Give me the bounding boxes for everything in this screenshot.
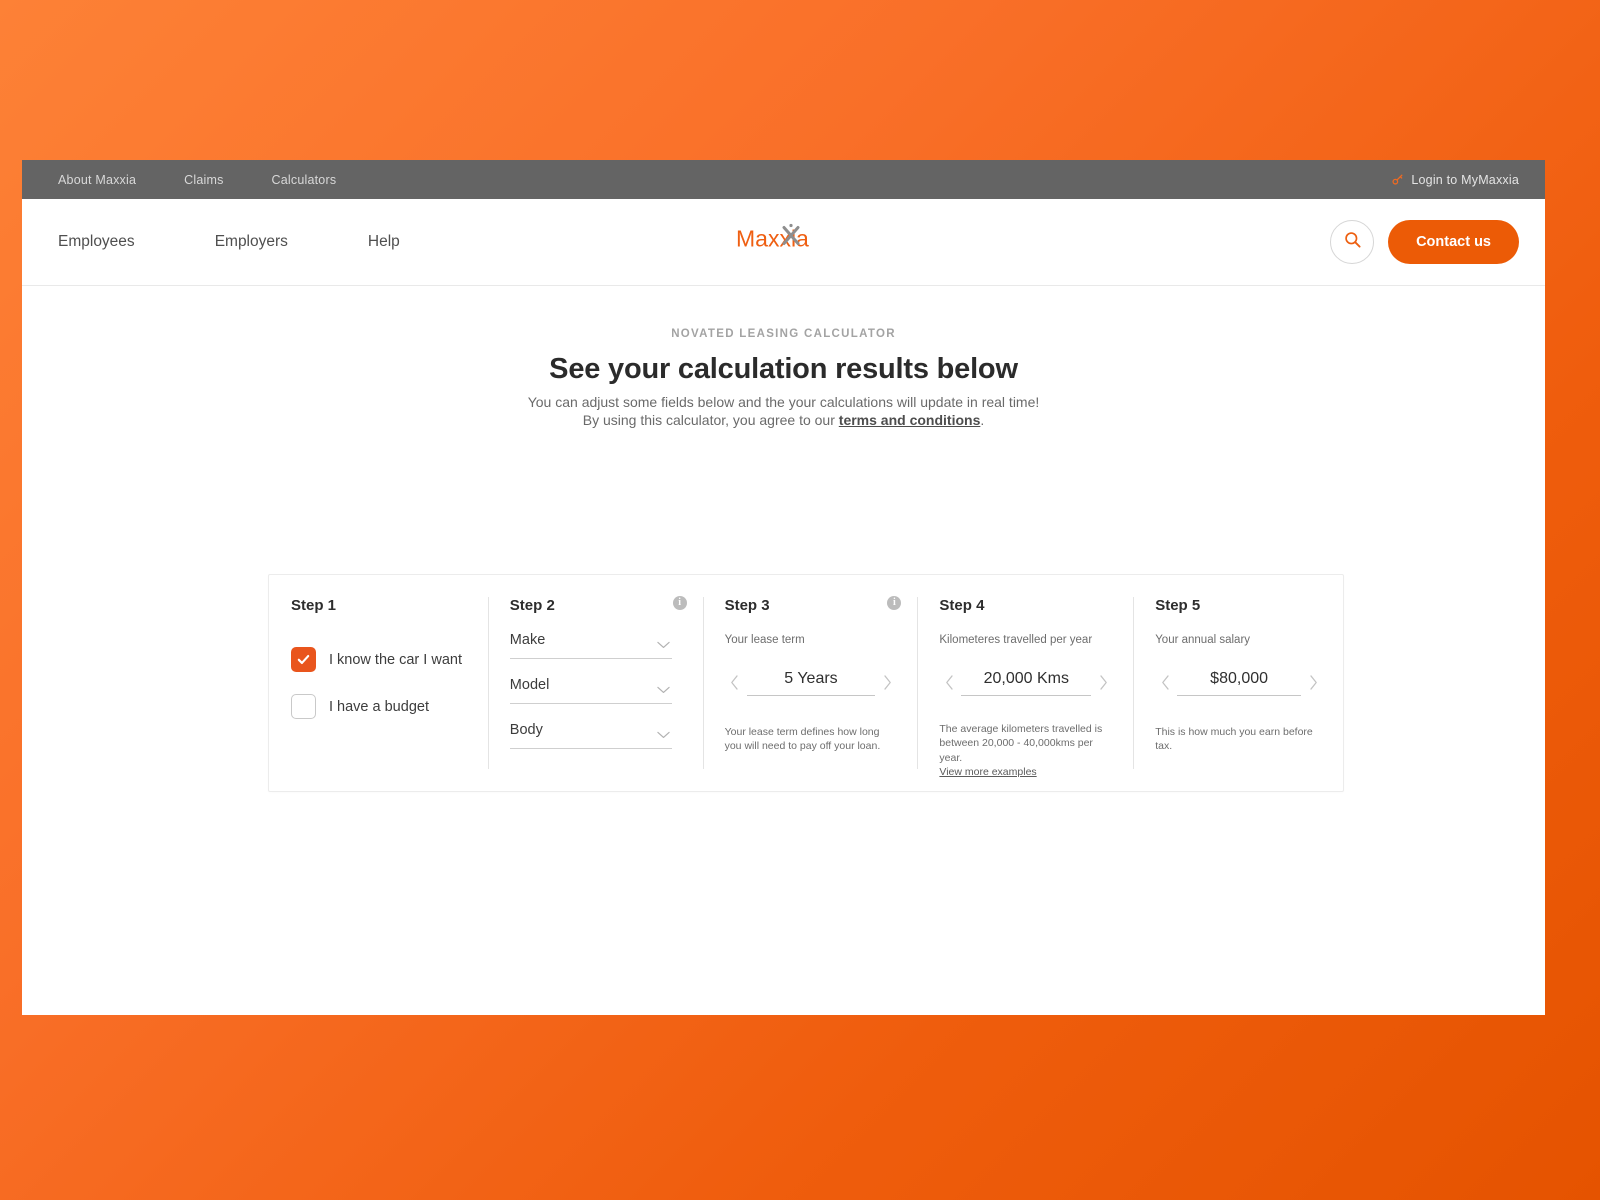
step-3-title: Step 3 (724, 597, 770, 614)
step-1-panel: Step 1 I know the car I want I have a bu… (269, 575, 488, 791)
chevron-left-icon-salary[interactable] (1155, 670, 1175, 696)
nav-actions: Contact us (1330, 220, 1519, 264)
select-make[interactable]: Make (509, 631, 672, 659)
contact-us-button[interactable]: Contact us (1388, 220, 1519, 264)
lease-term-value[interactable]: 5 Years (746, 670, 876, 696)
select-make-label: Make (509, 632, 546, 648)
chevron-down-icon-model (657, 681, 670, 699)
search-icon (1343, 230, 1362, 254)
checkbox-empty-box (291, 694, 316, 719)
login-link[interactable]: Login to MyMaxxia (1391, 173, 1519, 187)
maxxia-logo[interactable]: Maxxia (736, 223, 832, 262)
select-model-label: Model (509, 677, 550, 693)
view-more-examples-link[interactable]: View more examples (939, 766, 1036, 778)
step-3-help-text: Your lease term defines how long you wil… (724, 725, 881, 753)
step-5-title: Step 5 (1155, 597, 1201, 614)
salary-value[interactable]: $80,000 (1177, 670, 1301, 696)
kilometres-stepper: 20,000 Kms (939, 670, 1113, 696)
utility-link-calculators[interactable]: Calculators (272, 173, 337, 187)
salary-stepper: $80,000 (1155, 670, 1323, 696)
calculator-steps-card: Step 1 I know the car I want I have a bu… (268, 574, 1344, 792)
main-nav: Employees Employers Help Maxxia Contact … (22, 199, 1545, 286)
terms-and-conditions-link[interactable]: terms and conditions (839, 412, 981, 428)
select-model[interactable]: Model (509, 676, 672, 704)
step-2-title: Step 2 (509, 597, 555, 614)
nav-link-employers[interactable]: Employers (215, 233, 288, 251)
select-body[interactable]: Body (509, 721, 672, 749)
key-icon (1391, 173, 1404, 186)
terms-suffix-text: . (980, 411, 985, 428)
select-body-label: Body (509, 722, 543, 738)
step-2-panel: Step 2 i Make Model Body (487, 575, 703, 791)
info-icon-step-2[interactable]: i (672, 596, 687, 610)
checkbox-i-know-the-car-i-want[interactable]: I know the car I want (291, 647, 468, 672)
utility-bar: About Maxxia Claims Calculators Login to… (22, 160, 1545, 199)
chevron-right-icon-salary[interactable] (1303, 670, 1323, 696)
terms-prefix-text: By using this calculator, you agree to o… (582, 411, 839, 428)
step-4-help-sentence: The average kilometers travelled is betw… (939, 722, 1103, 764)
info-icon-step-3[interactable]: i (887, 596, 902, 610)
chevron-down-icon-body (657, 726, 670, 744)
step-3-panel: Step 3 i Your lease term 5 Years Your le… (702, 575, 918, 791)
chevron-left-icon-kilometres[interactable] (939, 670, 959, 696)
step-4-panel: Step 4 Kilometeres travelled per year 20… (917, 575, 1133, 791)
page-eyebrow: NOVATED LEASING CALCULATOR (671, 328, 896, 340)
primary-nav: Employees Employers Help (58, 233, 400, 251)
utility-link-about-maxxia[interactable]: About Maxxia (58, 173, 136, 187)
page-sheet: About Maxxia Claims Calculators Login to… (22, 160, 1545, 1015)
step-3-caption: Your lease term (724, 634, 805, 646)
hero-subtitle-line-2: By using this calculator, you agree to o… (22, 412, 1545, 430)
step-5-panel: Step 5 Your annual salary $80,000 This i… (1133, 575, 1343, 791)
checkbox-label-know-car: I know the car I want (329, 651, 462, 668)
page-title: See your calculation results below (549, 353, 1018, 385)
step-5-caption: Your annual salary (1155, 634, 1251, 646)
checkbox-label-have-budget: I have a budget (329, 698, 429, 715)
kilometres-value[interactable]: 20,000 Kms (961, 670, 1092, 696)
step-4-title: Step 4 (939, 597, 985, 614)
chevron-left-icon-lease-term[interactable] (725, 670, 745, 696)
nav-link-employees[interactable]: Employees (58, 233, 135, 251)
search-button[interactable] (1330, 220, 1375, 264)
checkbox-i-have-a-budget[interactable]: I have a budget (291, 694, 468, 719)
lease-term-stepper: 5 Years (725, 670, 898, 696)
nav-link-help[interactable]: Help (368, 233, 400, 251)
step-4-help-text: The average kilometers travelled is betw… (939, 722, 1113, 780)
chevron-right-icon-kilometres[interactable] (1093, 670, 1113, 696)
chevron-right-icon-lease-term[interactable] (877, 670, 897, 696)
checkbox-checked-box (291, 647, 316, 672)
login-label: Login to MyMaxxia (1411, 172, 1519, 187)
hero-subtitle: You can adjust some fields below and the… (22, 394, 1545, 430)
chevron-down-icon-make (657, 636, 670, 654)
hero-subtitle-line-1: You can adjust some fields below and the… (527, 394, 1040, 410)
step-1-title: Step 1 (291, 597, 337, 614)
step-5-help-text: This is how much you earn before tax. (1155, 725, 1313, 753)
utility-link-claims[interactable]: Claims (184, 173, 223, 187)
utility-nav: About Maxxia Claims Calculators (58, 173, 336, 187)
hero-section: NOVATED LEASING CALCULATOR See your calc… (22, 286, 1545, 430)
step-4-caption: Kilometeres travelled per year (939, 634, 1093, 646)
